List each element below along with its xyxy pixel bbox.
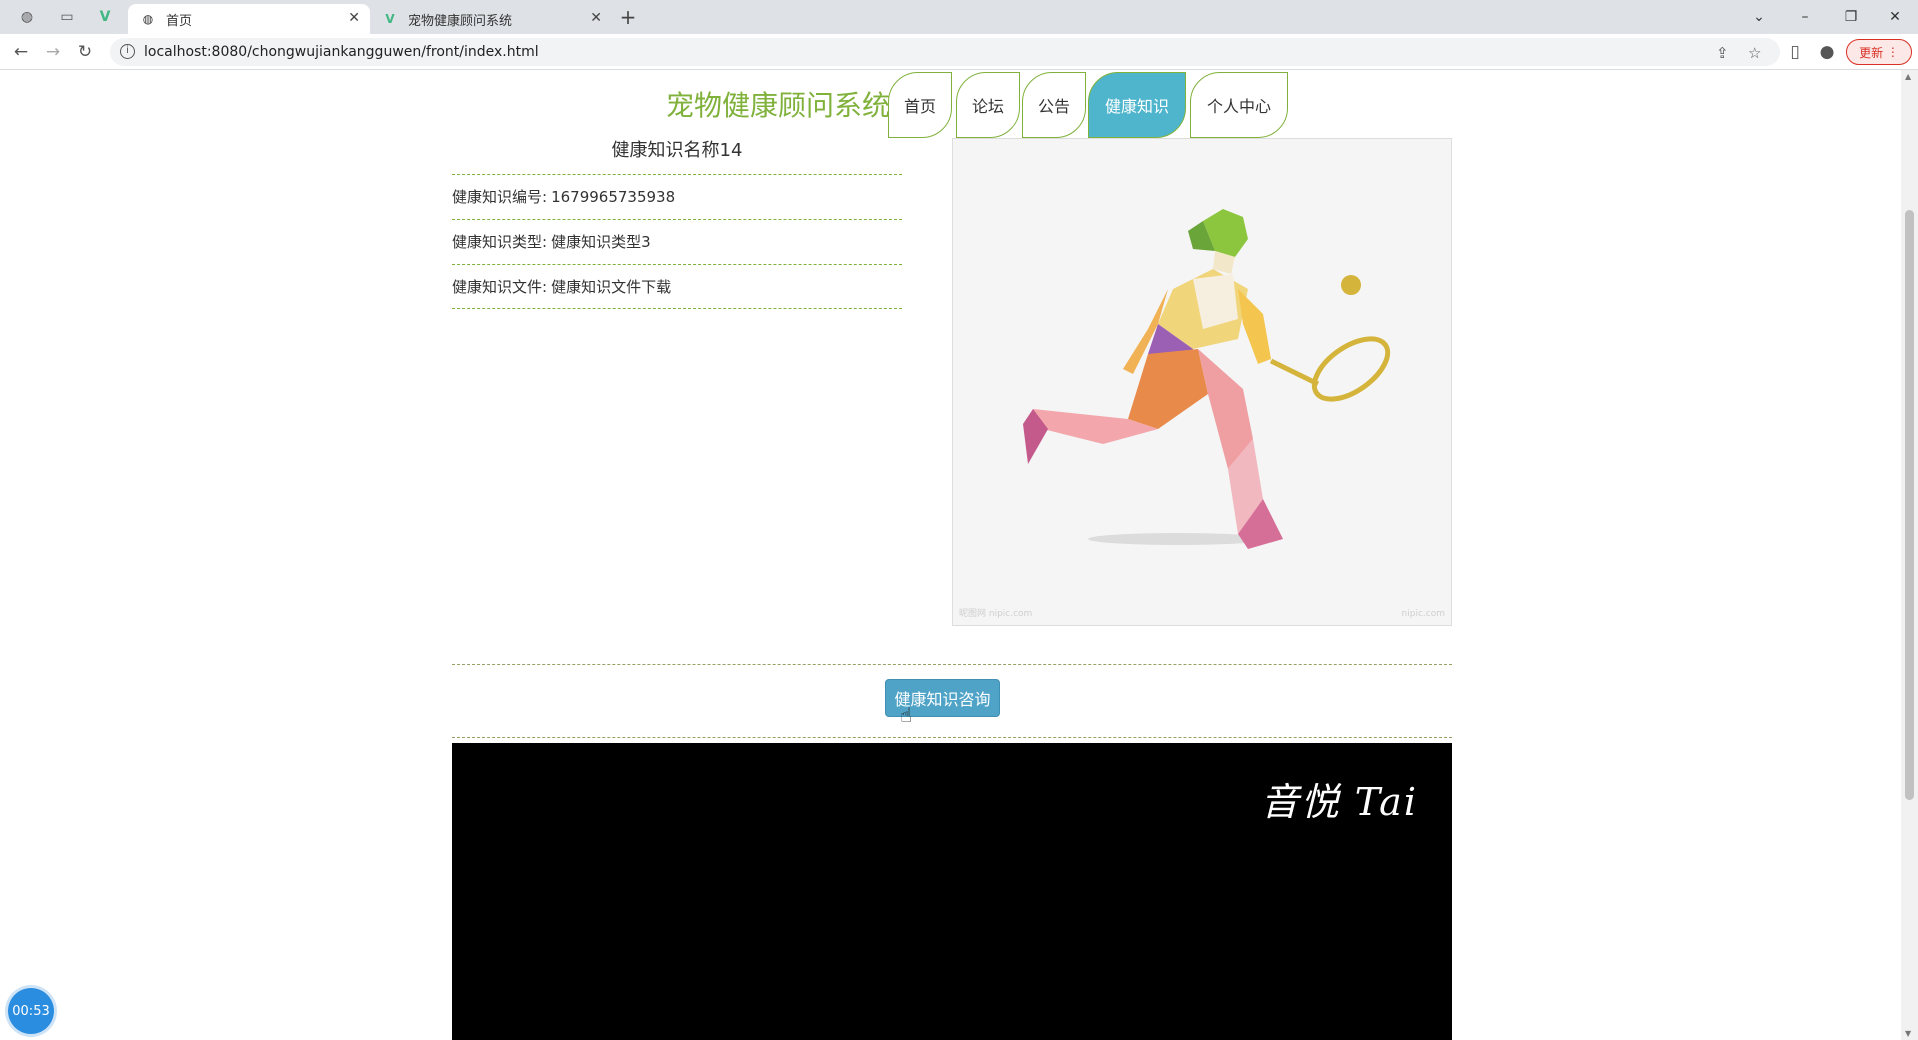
tennis-player-illustration: [1023, 209, 1391, 549]
field-value: 健康知识类型3: [551, 233, 651, 251]
field-knowledge-type: 健康知识类型: 健康知识类型3: [452, 219, 902, 263]
share-icon[interactable]: ⇪: [1716, 44, 1729, 62]
field-value: 1679965735938: [551, 187, 676, 206]
tab-title: 宠物健康顾问系统: [408, 13, 513, 29]
nav-tab-personal-center[interactable]: 个人中心: [1190, 72, 1288, 138]
close-icon[interactable]: ✕: [348, 10, 360, 26]
url-text: localhost:8080/chongwujiankangguwen/fron…: [144, 44, 539, 60]
recording-timer[interactable]: 00:53: [8, 988, 54, 1034]
field-label: 健康知识文件:: [452, 278, 548, 296]
scroll-up-arrow-icon[interactable]: ▲: [1905, 72, 1911, 81]
site-title: 宠物健康顾问系统: [665, 89, 890, 122]
close-icon[interactable]: ✕: [590, 10, 602, 26]
watermark-left: 昵图网 nipic.com: [959, 609, 1033, 619]
new-tab-button[interactable]: +: [614, 4, 642, 30]
address-bar[interactable]: i localhost:8080/chongwujiankangguwen/fr…: [110, 38, 1780, 66]
field-label: 健康知识类型:: [452, 233, 548, 251]
knowledge-title: 健康知识名称14: [611, 140, 743, 161]
file-download-link[interactable]: 健康知识文件下载: [551, 276, 671, 297]
nav-tab-forum[interactable]: 论坛: [956, 72, 1020, 138]
forward-arrow-icon[interactable]: →: [40, 40, 66, 64]
vue-icon[interactable]: V: [90, 4, 120, 30]
section-divider: [452, 737, 1452, 738]
tab-title: 首页: [166, 13, 193, 29]
knowledge-image: 昵图网 nipic.com nipic.com: [952, 138, 1452, 626]
globe-icon: ◍: [142, 12, 154, 26]
section-divider: [452, 664, 1452, 665]
chevron-down-icon[interactable]: ⌄: [1736, 4, 1782, 30]
page-scrollbar[interactable]: ▲ ▼: [1901, 70, 1918, 1040]
field-knowledge-file: 健康知识文件: 健康知识文件下载: [452, 264, 902, 308]
field-knowledge-id: 健康知识编号: 1679965735938: [452, 174, 902, 218]
tab-home[interactable]: ◍ 首页 ✕: [128, 4, 370, 34]
globe-icon[interactable]: ◍: [12, 4, 42, 30]
info-icon[interactable]: i: [120, 44, 135, 59]
browser-tab-bar: ◍ ▭ V ◍ 首页 ✕ V 宠物健康顾问系统 ✕ + ⌄ – ❐ ✕: [0, 0, 1918, 34]
watermark-right: nipic.com: [1401, 609, 1445, 619]
video-player[interactable]: 音悦 Tai: [452, 743, 1452, 1040]
back-arrow-icon[interactable]: ←: [8, 40, 34, 64]
video-watermark: 音悦 Tai: [1260, 780, 1418, 824]
page-content: 宠物健康顾问系统 首页 论坛 公告 健康知识 个人中心 健康知识名称14 健康知…: [0, 70, 1918, 1040]
reload-icon[interactable]: ↻: [72, 40, 98, 64]
side-panel-icon[interactable]: ▯: [1782, 40, 1808, 64]
minimize-button[interactable]: –: [1782, 4, 1828, 30]
update-button[interactable]: 更新 ⋮: [1846, 39, 1912, 65]
scrollbar-thumb[interactable]: [1905, 210, 1914, 800]
nav-tab-health-knowledge[interactable]: 健康知识: [1088, 72, 1186, 138]
profile-avatar-icon[interactable]: ●: [1814, 40, 1840, 64]
nav-tab-home[interactable]: 首页: [888, 72, 952, 138]
browser-toolbar: ← → ↻ i localhost:8080/chongwujiankanggu…: [0, 34, 1918, 70]
blank-page-icon[interactable]: ▭: [52, 4, 82, 30]
star-icon[interactable]: ☆: [1748, 44, 1761, 62]
field-label: 健康知识编号:: [452, 188, 548, 206]
scroll-down-arrow-icon[interactable]: ▼: [1905, 1029, 1911, 1038]
hand-cursor-icon: ☝: [900, 703, 913, 727]
vue-icon: V: [385, 12, 395, 26]
window-close-button[interactable]: ✕: [1872, 4, 1918, 30]
nav-tab-announcement[interactable]: 公告: [1022, 72, 1086, 138]
restore-button[interactable]: ❐: [1828, 4, 1874, 30]
divider: [452, 308, 902, 309]
tab-pet-health-system[interactable]: V 宠物健康顾问系统 ✕: [370, 4, 612, 34]
